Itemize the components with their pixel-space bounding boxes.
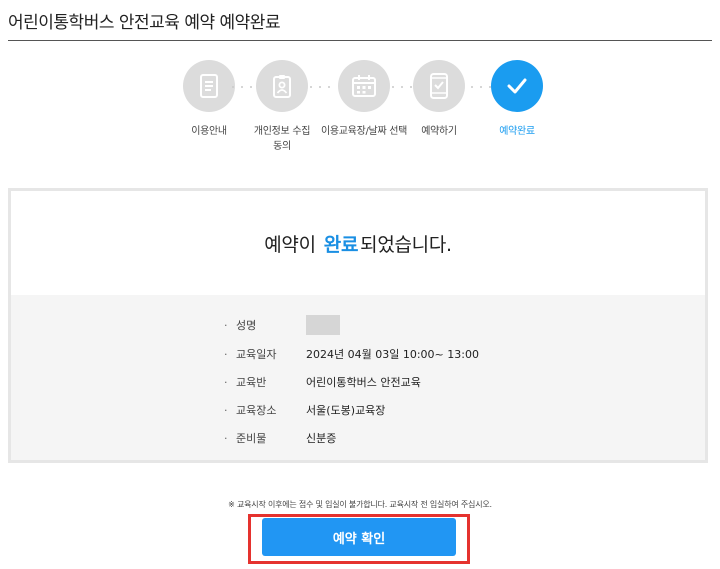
reservation-details: · 성명 · 교육일자 2024년 04월 03일 10:00~ 13:00 ·… [11, 295, 705, 460]
step-indicator: 이용안내 개인정보 수집 동의 이용교육장/날짜 선택 예약하기 예약완료 [170, 60, 550, 160]
step-privacy-consent: 개인정보 수집 동의 [242, 60, 322, 154]
masked-name-value [306, 315, 340, 335]
step-label: 이용교육장/날짜 선택 [320, 126, 408, 137]
detail-key: 준비물 [236, 432, 267, 445]
step-complete: 예약완료 [477, 60, 557, 139]
detail-value: 서울(도봉)교육장 [306, 404, 386, 417]
detail-row-supplies: · 준비물 신분증 [224, 431, 337, 446]
detail-key: 교육일자 [236, 348, 277, 361]
detail-row-date: · 교육일자 2024년 04월 03일 10:00~ 13:00 [224, 347, 479, 362]
detail-row-name: · 성명 [224, 315, 340, 335]
detail-row-class: · 교육반 어린이통학버스 안전교육 [224, 375, 421, 390]
result-accent: 완료 [323, 233, 359, 256]
detail-value: 신분증 [306, 432, 337, 445]
detail-value: 어린이통학버스 안전교육 [306, 376, 421, 389]
result-prefix: 예약이 [264, 233, 316, 256]
step-select-date: 이용교육장/날짜 선택 [318, 60, 410, 139]
detail-key: 교육장소 [236, 404, 277, 417]
calendar-icon [338, 60, 390, 112]
document-icon [183, 60, 235, 112]
step-reserve: 예약하기 [399, 60, 479, 139]
reservation-result-box: 예약이 완료 되었습니다. · 성명 · 교육일자 2024년 04월 03일 … [8, 188, 708, 463]
detail-key: 성명 [236, 319, 257, 332]
result-message: 예약이 완료 되었습니다. [11, 191, 705, 295]
title-divider [8, 40, 712, 41]
step-label: 예약하기 [421, 126, 457, 137]
checkmark-icon [491, 60, 543, 112]
notice-text: ※ 교육시작 이후에는 접수 및 입실이 불가합니다. 교육시작 전 입실하여 … [228, 500, 492, 509]
step-guide: 이용안내 [169, 60, 249, 139]
result-suffix: 되었습니다. [360, 233, 452, 256]
step-label: 이용안내 [191, 126, 227, 137]
detail-row-location: · 교육장소 서울(도봉)교육장 [224, 403, 386, 418]
page-title: 어린이통학버스 안전교육 예약 예약완료 [8, 13, 281, 33]
detail-key: 교육반 [236, 376, 267, 389]
confirm-reservation-button[interactable]: 예약 확인 [262, 518, 456, 556]
step-label: 예약완료 [499, 126, 535, 137]
detail-value: 2024년 04월 03일 10:00~ 13:00 [306, 348, 479, 361]
clipboard-person-icon [256, 60, 308, 112]
phone-check-icon [413, 60, 465, 112]
step-label: 개인정보 수집 동의 [253, 126, 311, 152]
